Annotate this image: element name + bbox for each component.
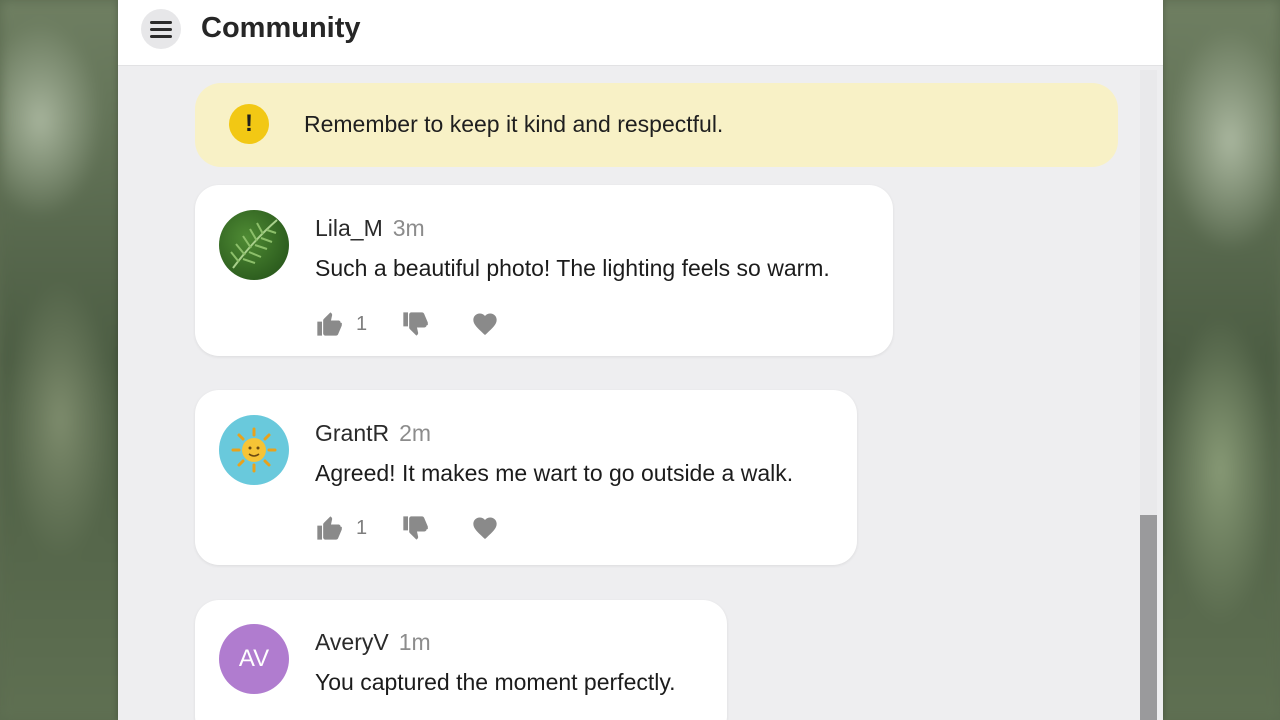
comment-card: Lila_M 3m Such a beautiful photo! The lig… (195, 185, 893, 356)
avatar[interactable]: AV (219, 624, 289, 694)
thumbs-down-icon[interactable] (401, 514, 429, 542)
like-count: 1 (356, 516, 368, 539)
menu-button[interactable] (141, 9, 181, 49)
like-count: 1 (356, 312, 368, 335)
community-panel: Community ! Remember to keep it kind and… (118, 0, 1163, 720)
page-title: Community (201, 12, 361, 44)
comment-card: GrantR 2m Agreed! It makes me wart to go … (195, 390, 857, 565)
comment-author[interactable]: GrantR 2m (315, 420, 431, 447)
leaf-icon (230, 219, 278, 269)
comment-card: AV AveryV 1m You captured the moment perf… (195, 600, 727, 720)
header-bar: Community (118, 0, 1163, 66)
comment-actions: 1 (315, 309, 499, 339)
comment-text: You captured the moment perfectly. (315, 669, 676, 695)
comment-author[interactable]: Lila_M 3m (315, 215, 425, 242)
heart-icon[interactable] (471, 310, 499, 338)
comment-text: Such a beautiful photo! The lighting fee… (315, 255, 830, 281)
comment-time: 1m (398, 629, 431, 655)
sun-icon (231, 427, 277, 473)
comment-author[interactable]: AveryV 1m (315, 629, 431, 656)
comment-text: Agreed! It makes me wart to go outside a… (315, 460, 794, 486)
notice-text: Remember to keep it kind and respectful. (304, 111, 724, 137)
notice-banner: ! Remember to keep it kind and respectfu… (195, 83, 1118, 167)
thumbs-up-icon[interactable] (315, 310, 343, 338)
thumbs-up-icon[interactable] (315, 514, 343, 542)
hamburger-menu-icon (150, 20, 172, 24)
avatar[interactable] (219, 210, 289, 280)
warning-icon: ! (229, 104, 269, 144)
comment-actions: 1 (315, 513, 499, 543)
comment-time: 2m (399, 420, 432, 446)
avatar[interactable] (219, 415, 289, 485)
scrollbar-thumb[interactable] (1140, 515, 1157, 720)
heart-icon[interactable] (471, 514, 499, 542)
thumbs-down-icon[interactable] (401, 310, 429, 338)
comment-time: 3m (392, 215, 425, 241)
